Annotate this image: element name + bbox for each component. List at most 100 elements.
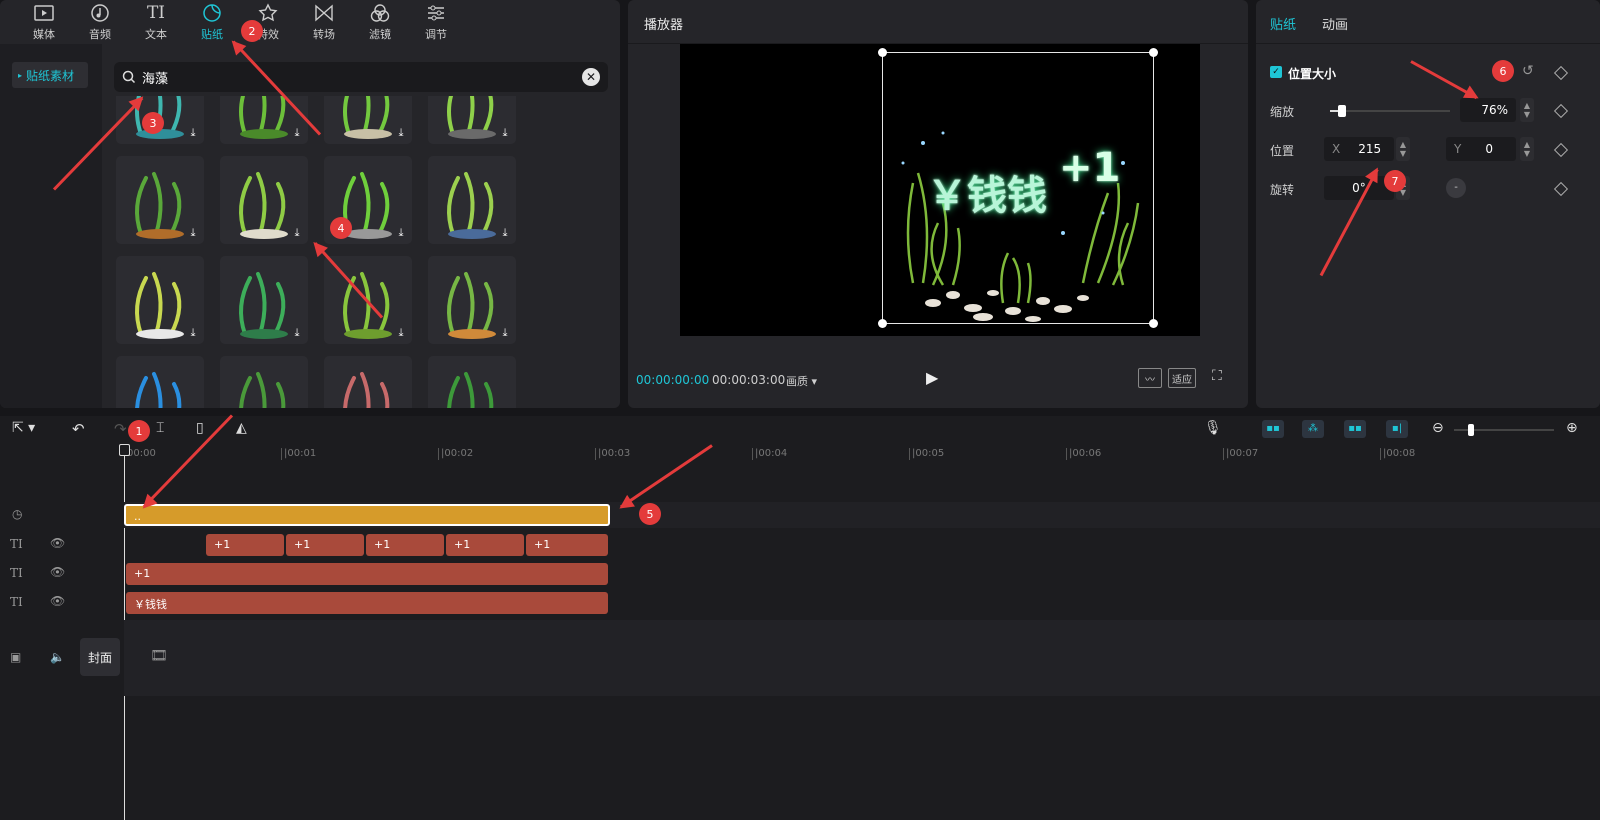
download-icon[interactable]: ⤓ [394, 126, 408, 140]
seaweed-thumbnail [343, 372, 390, 408]
audio-mute-icon[interactable]: 🔈 [50, 650, 65, 664]
sticker-tile[interactable]: ⤓ [324, 96, 412, 144]
visibility-eye-icon[interactable]: 👁 [50, 594, 65, 608]
download-icon[interactable]: ⤓ [498, 226, 512, 240]
download-icon[interactable]: ⤓ [186, 226, 200, 240]
tab-sticker[interactable]: 贴纸 [184, 0, 240, 44]
rotate-dial-icon[interactable]: - [1446, 178, 1466, 198]
zoom-in-icon[interactable]: ⊕ [1566, 420, 1578, 436]
resize-handle-br[interactable] [1149, 319, 1158, 328]
clear-search-icon[interactable]: ✕ [582, 68, 600, 86]
zoom-out-icon[interactable]: ⊖ [1432, 420, 1444, 436]
tab-transition[interactable]: 转场 [296, 0, 352, 44]
download-icon[interactable]: ⤓ [290, 226, 304, 240]
tab-animation[interactable]: 动画 [1322, 14, 1348, 33]
download-icon[interactable]: ⤓ [394, 226, 408, 240]
zoom-slider[interactable] [1454, 424, 1554, 436]
film-icon[interactable]: 🎞 [150, 648, 168, 664]
zoom-slider-handle[interactable] [1468, 424, 1474, 436]
search-input[interactable] [142, 69, 562, 85]
text-clip[interactable]: +1 [446, 534, 524, 556]
sticker-selection-box[interactable]: ￥钱钱 +1 [878, 48, 1158, 328]
auto-snap-icon[interactable]: ▪▪ [1262, 420, 1284, 438]
align-icon[interactable]: ▪| [1386, 420, 1408, 438]
tab-text[interactable]: TI 文本 [128, 0, 184, 44]
undo-icon[interactable]: ↶ [72, 420, 85, 438]
sticker-tile[interactable]: ⤓ [428, 156, 516, 244]
download-icon[interactable]: ⤓ [498, 126, 512, 140]
download-icon[interactable]: ⤓ [498, 326, 512, 340]
sticker-tile[interactable]: ⤓ [116, 156, 204, 244]
redo-icon[interactable]: ↷ [114, 420, 127, 438]
sticker-tile[interactable]: ⤓ [116, 356, 204, 408]
sticker-tile[interactable]: ⤓ [116, 256, 204, 344]
playhead-handle[interactable] [119, 444, 130, 456]
player-title: 播放器 [644, 18, 684, 33]
microphone-icon[interactable]: 🎙 [1204, 420, 1222, 436]
cover-button[interactable]: 封面 [80, 638, 120, 676]
sticker-clip[interactable]: .. [124, 504, 610, 526]
fit-button[interactable]: 适应 [1168, 368, 1196, 388]
download-icon[interactable]: ⤓ [394, 326, 408, 340]
main-toolbar: 媒体 音频 TI 文本 贴纸 特效 转场 滤镜 调节 [0, 0, 620, 44]
download-icon[interactable]: ⤓ [186, 326, 200, 340]
text-clip[interactable]: +1 [366, 534, 444, 556]
tab-filter[interactable]: 滤镜 [352, 0, 408, 44]
keyframe-icon[interactable] [1553, 103, 1569, 119]
tab-media[interactable]: 媒体 [16, 0, 72, 44]
quality-dropdown[interactable]: 画质 ▾ [786, 373, 817, 389]
delete-icon[interactable]: ▯ [196, 420, 204, 436]
tab-adjust[interactable]: 调节 [408, 0, 464, 44]
timeline-ruler[interactable]: 00:00 |00:01 |00:02 |00:03 |00:04 |00:05 |00:0… [124, 444, 1600, 464]
scale-slider-track[interactable] [1330, 105, 1450, 117]
tab-sticker-props[interactable]: 贴纸 [1270, 14, 1296, 33]
y-stepper[interactable]: ▲ ▼ [1520, 137, 1534, 161]
mirror-icon[interactable]: ◭ [236, 420, 247, 436]
keyframe-icon[interactable] [1553, 181, 1569, 197]
scale-input[interactable]: 76% [1460, 98, 1516, 122]
sticker-tile[interactable]: ⤓ [428, 96, 516, 144]
scale-stepper[interactable]: ▲ ▼ [1520, 98, 1534, 122]
x-stepper[interactable]: ▲ ▼ [1396, 137, 1410, 161]
search-bar[interactable]: ✕ [114, 62, 608, 92]
sticker-tile[interactable]: ⤓ [428, 256, 516, 344]
waveform-icon[interactable]: 〰 [1138, 368, 1162, 388]
visibility-eye-icon[interactable]: 👁 [50, 536, 65, 550]
text-clip[interactable]: +1 [206, 534, 284, 556]
resize-handle-bl[interactable] [878, 319, 887, 328]
preview-axis-icon[interactable]: ▪▪ [1344, 420, 1366, 438]
tab-audio[interactable]: 音频 [72, 0, 128, 44]
keyframe-icon[interactable] [1553, 65, 1569, 81]
resize-handle-tr[interactable] [1149, 48, 1158, 57]
text-clip[interactable]: ￥钱钱 [126, 592, 608, 614]
preview-canvas[interactable]: ￥钱钱 +1 [680, 44, 1200, 336]
position-size-checkbox[interactable]: ✓ [1270, 66, 1282, 78]
split-icon[interactable]: ⌶ [156, 420, 164, 436]
keyframe-icon[interactable] [1553, 142, 1569, 158]
sticker-tile[interactable]: ⤓ [220, 96, 308, 144]
text-clip[interactable]: +1 [126, 563, 608, 585]
position-y-input[interactable]: Y0 [1446, 137, 1516, 161]
reset-icon[interactable]: ↺ [1522, 63, 1534, 79]
text-clip[interactable]: +1 [526, 534, 608, 556]
visibility-eye-icon[interactable]: 👁 [50, 565, 65, 579]
linkage-icon[interactable]: ⁂ [1302, 420, 1324, 438]
resize-handle-tl[interactable] [878, 48, 887, 57]
sticker-tile[interactable]: ⤓ [220, 156, 308, 244]
sidebar-item-sticker-materials[interactable]: ▸ 贴纸素材 [12, 62, 88, 88]
download-icon[interactable]: ⤓ [290, 126, 304, 140]
download-icon[interactable]: ⤓ [186, 126, 200, 140]
play-icon[interactable]: ▶ [926, 368, 938, 387]
position-x-input[interactable]: X 215 [1324, 137, 1394, 161]
x-value: 215 [1358, 142, 1382, 156]
sticker-tile[interactable]: ⤓ [220, 256, 308, 344]
scale-slider-handle[interactable] [1338, 105, 1346, 117]
select-tool-icon[interactable]: ⇱ ▾ [12, 420, 35, 436]
sticker-tile[interactable]: ⤓ [324, 356, 412, 408]
download-icon[interactable]: ⤓ [290, 326, 304, 340]
sticker-clip-label: .. [134, 510, 141, 523]
sticker-tile[interactable]: ⤓ [220, 356, 308, 408]
sticker-tile[interactable]: ⤓ [428, 356, 516, 408]
fullscreen-icon[interactable]: ⛶ [1212, 368, 1222, 384]
text-clip[interactable]: +1 [286, 534, 364, 556]
